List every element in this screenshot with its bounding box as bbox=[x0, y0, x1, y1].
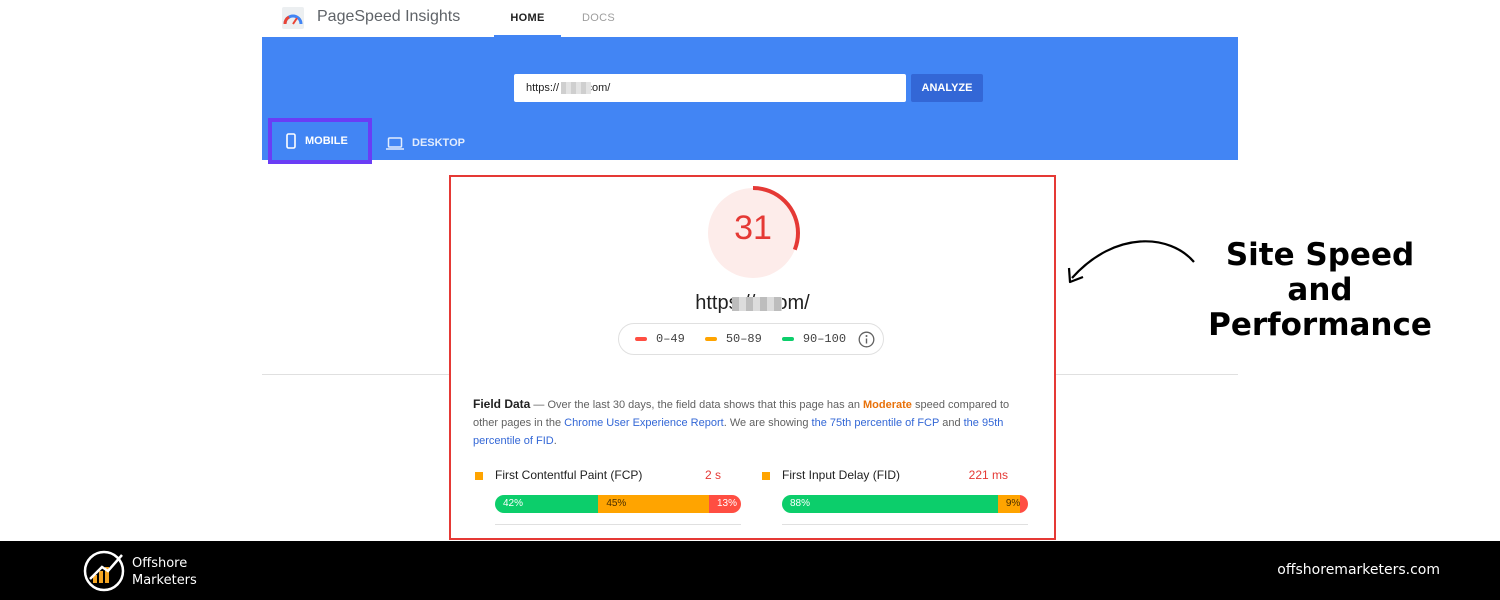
bar-segment-poor: 3% bbox=[1020, 495, 1028, 513]
hero-panel: ANALYZE MOBILE DESKTOP bbox=[262, 37, 1238, 164]
legend-swatch bbox=[635, 337, 647, 341]
tab-desktop-label: DESKTOP bbox=[412, 137, 465, 149]
redacted-domain bbox=[732, 297, 782, 311]
brand-name: Offshore Marketers bbox=[132, 555, 197, 589]
field-data-text: and bbox=[939, 417, 964, 429]
page: PageSpeed Insights HOME DOCS ANALYZE MOB… bbox=[0, 0, 1500, 600]
bar-segment-average: 45% bbox=[598, 495, 709, 513]
metric-divider bbox=[782, 524, 1028, 525]
annotation-line: and bbox=[1287, 272, 1353, 308]
performance-highlight-box: 31 https:// .com/ 0–49 50–89 90–100 Fiel… bbox=[449, 175, 1056, 540]
distribution-bar: 88% 9% 3% bbox=[782, 495, 1028, 513]
annotation-text: Site Speed and Performance bbox=[1190, 238, 1450, 343]
crux-report-link[interactable]: Chrome User Experience Report bbox=[564, 417, 724, 429]
legend-item-average: 50–89 bbox=[704, 332, 762, 346]
curved-arrow-icon bbox=[1067, 240, 1195, 284]
tab-desktop[interactable]: DESKTOP bbox=[386, 125, 496, 161]
legend-swatch bbox=[781, 337, 794, 341]
metric-fcp: First Contentful Paint (FCP) 2 s 42% 45%… bbox=[475, 467, 741, 525]
analyze-button[interactable]: ANALYZE bbox=[911, 74, 983, 102]
offshore-marketers-logo-icon bbox=[83, 550, 125, 592]
tab-mobile[interactable]: MOBILE bbox=[268, 118, 372, 164]
average-square-icon bbox=[475, 472, 483, 480]
legend-label: 0–49 bbox=[656, 332, 685, 346]
brand-url[interactable]: offshoremarketers.com bbox=[1277, 562, 1440, 578]
metric-divider bbox=[495, 524, 741, 525]
legend-item-poor: 0–49 bbox=[635, 332, 685, 346]
bar-segment-good: 42% bbox=[495, 495, 599, 513]
field-data-text: — Over the last 30 days, the field data … bbox=[530, 399, 863, 411]
score-legend: 0–49 50–89 90–100 bbox=[618, 323, 884, 355]
pagespeed-gauge-icon bbox=[282, 7, 304, 29]
tab-docs[interactable]: DOCS bbox=[582, 12, 615, 24]
metric-value: 221 ms bbox=[968, 468, 1008, 482]
metric-fid: First Input Delay (FID) 221 ms 88% 9% 3% bbox=[762, 467, 1028, 525]
metric-name: First Input Delay (FID) bbox=[782, 468, 901, 482]
annotation-line: Site Speed bbox=[1225, 237, 1415, 273]
tab-mobile-label: MOBILE bbox=[305, 135, 348, 147]
distribution-bar: 42% 45% 13% bbox=[495, 495, 741, 513]
legend-item-good: 90–100 bbox=[781, 332, 847, 346]
bar-segment-average: 9% bbox=[997, 495, 1020, 513]
metric-header: First Input Delay (FID) 221 ms bbox=[762, 467, 1008, 485]
performance-score: 31 bbox=[734, 209, 772, 247]
bar-segment-good: 88% bbox=[782, 495, 998, 513]
field-data-summary: Field Data — Over the last 30 days, the … bbox=[473, 395, 1033, 450]
fcp-percentile-link[interactable]: the 75th percentile of FCP bbox=[812, 417, 940, 429]
legend-label: 50–89 bbox=[725, 332, 762, 346]
field-data-text: . bbox=[553, 435, 557, 447]
footer: Offshore Marketers offshoremarketers.com bbox=[0, 541, 1500, 600]
redacted-domain bbox=[561, 82, 591, 94]
metric-value: 2 s bbox=[704, 468, 721, 482]
info-icon[interactable] bbox=[858, 331, 875, 348]
laptop-icon bbox=[386, 136, 404, 150]
annotation-line: Performance bbox=[1208, 307, 1432, 343]
average-square-icon bbox=[762, 472, 770, 480]
speed-rating: Moderate bbox=[863, 399, 912, 411]
legend-swatch bbox=[704, 337, 717, 341]
brand-line: Offshore bbox=[132, 556, 188, 571]
metric-name: First Contentful Paint (FCP) bbox=[495, 468, 643, 482]
tab-home[interactable]: HOME bbox=[494, 12, 561, 37]
field-data-title: Field Data bbox=[473, 397, 531, 411]
brand-line: Marketers bbox=[132, 573, 197, 588]
metric-header: First Contentful Paint (FCP) 2 s bbox=[475, 467, 721, 485]
phone-icon bbox=[286, 133, 296, 149]
top-bar: PageSpeed Insights HOME DOCS bbox=[262, 0, 1238, 37]
bar-segment-poor: 13% bbox=[709, 495, 741, 513]
app-title: PageSpeed Insights bbox=[317, 8, 461, 25]
field-data-text: . We are showing bbox=[723, 417, 812, 429]
legend-label: 90–100 bbox=[802, 332, 847, 346]
